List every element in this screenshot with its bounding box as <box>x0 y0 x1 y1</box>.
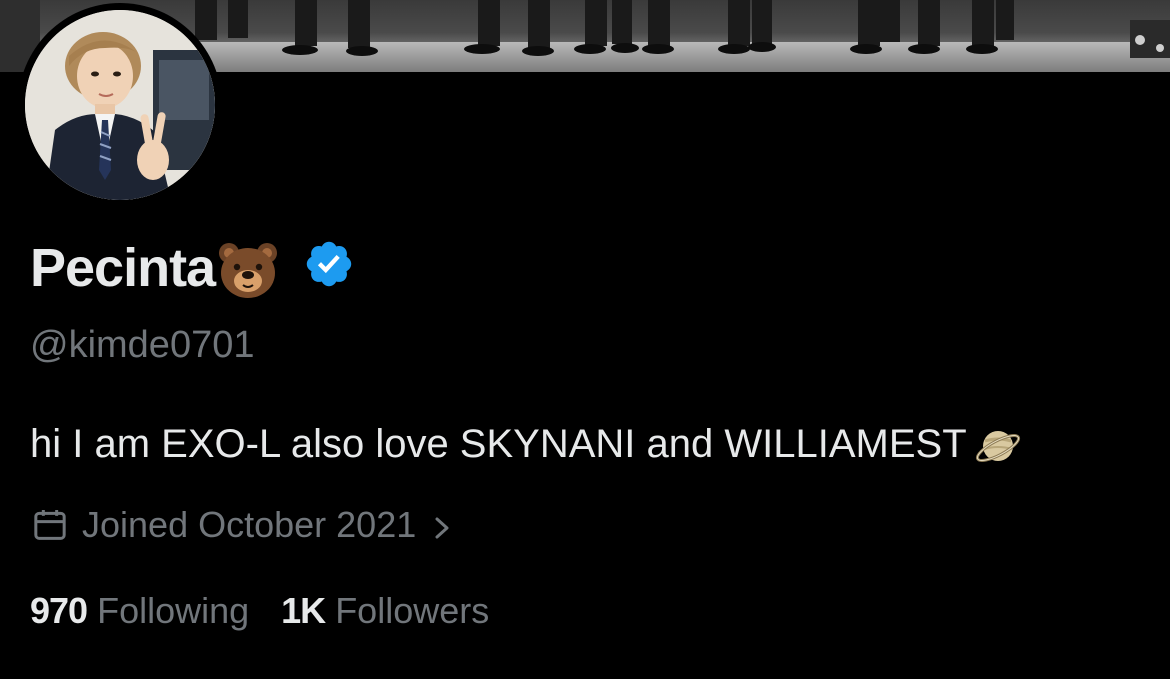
avatar-photo <box>25 10 215 200</box>
profile-bio: hi I am EXO-L also love SKYNANI and WILL… <box>30 419 1023 469</box>
profile-avatar[interactable] <box>18 3 222 207</box>
joined-date-text: Joined October 2021 <box>82 504 417 545</box>
followers-count: 1K <box>281 590 326 631</box>
verified-badge-icon[interactable] <box>303 238 355 290</box>
following-link[interactable]: 970 Following <box>30 590 249 632</box>
followers-label: Followers <box>335 590 490 631</box>
calendar-icon <box>30 505 70 545</box>
profile-name-row: Pecinta <box>30 232 355 304</box>
bear-face-emoji-icon <box>215 237 281 303</box>
display-name: Pecinta <box>30 238 216 298</box>
joined-date-link[interactable]: Joined October 2021 <box>30 502 454 548</box>
bio-text: hi I am EXO-L also love SKYNANI and WILL… <box>30 422 967 466</box>
ringed-planet-emoji-icon <box>973 421 1023 471</box>
followers-link[interactable]: 1K Followers <box>281 590 489 632</box>
following-count: 970 <box>30 590 88 631</box>
following-label: Following <box>97 590 250 631</box>
profile-stats: 970 Following 1K Followers <box>30 588 521 634</box>
profile-handle: @kimde0701 <box>30 324 255 366</box>
chevron-right-icon <box>430 510 454 540</box>
